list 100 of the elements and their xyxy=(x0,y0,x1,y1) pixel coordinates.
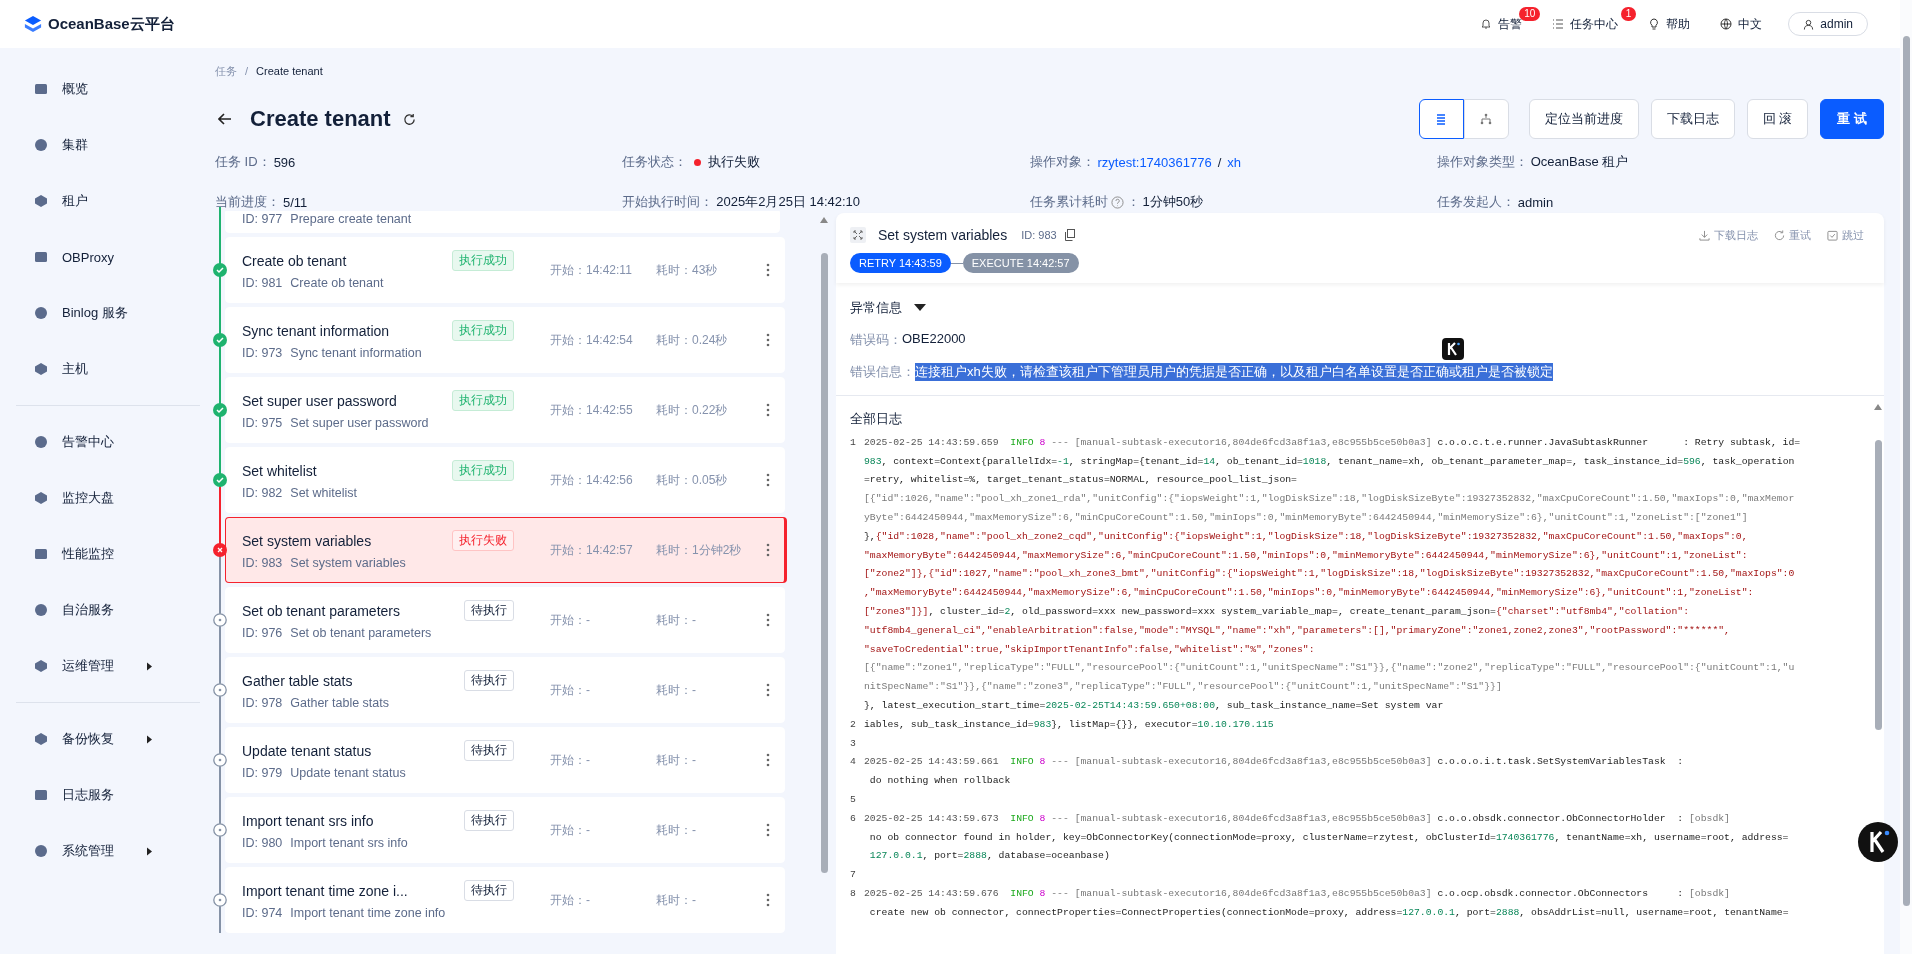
task-title: Create ob tenant xyxy=(242,252,347,269)
menu-icon xyxy=(34,362,48,376)
sidebar-item[interactable]: 概览 xyxy=(0,61,200,117)
status-tag: 执行失败 xyxy=(452,530,514,551)
task-title: Set system variables xyxy=(242,532,372,549)
sidebar-label: 性能监控 xyxy=(62,545,114,563)
task-card[interactable]: Create ob tenant 执行成功 ID: 981 Create ob tenant 开始：14:42:11 耗时：43秒 xyxy=(225,237,785,303)
more-icon[interactable] xyxy=(766,613,770,627)
sidebar-item[interactable]: 日志服务 xyxy=(0,767,200,823)
more-icon[interactable] xyxy=(766,543,770,557)
duration: 耗时：43秒 xyxy=(656,261,719,279)
sidebar-item[interactable]: 租户 xyxy=(0,173,200,229)
sidebar-item[interactable]: 监控大盘 xyxy=(0,470,200,526)
field-label: 任务发起人： xyxy=(1436,193,1515,211)
action-button[interactable]: 回 滚 xyxy=(1746,99,1809,139)
topbar-menu-item[interactable]: 任务中心 xyxy=(1548,15,1623,33)
globe-icon xyxy=(1720,18,1733,30)
field-label: 任务 ID： xyxy=(215,153,271,171)
more-icon[interactable] xyxy=(766,333,770,347)
start-time: 开始：- xyxy=(550,681,591,699)
log-line: 983, context=Context{parallelIdx=-1, stringMap={tenant_id=14, ob_tenant_id=1018, tenant_name=xh, ob_tenant_parameter_map=, task_instance_id=596, task_operation xyxy=(864,455,1795,467)
attempt-tag[interactable]: RETRY 14:43:59 xyxy=(850,253,951,273)
user-menu-button[interactable]: admin xyxy=(1788,12,1868,36)
object-link[interactable]: xh xyxy=(1227,154,1242,170)
task-id: ID: 977 xyxy=(242,212,283,226)
sidebar-label: 概览 xyxy=(62,80,88,98)
view-toggle-button[interactable] xyxy=(1418,99,1464,139)
sidebar-item[interactable]: 告警中心 xyxy=(0,414,200,470)
task-card[interactable]: Set super user password 执行成功 ID: 975 Set super user password 开始：14:42:55 耗时：0.22秒 xyxy=(225,377,785,443)
more-icon[interactable] xyxy=(766,753,770,767)
refresh-icon[interactable] xyxy=(402,112,416,126)
sidebar-label: 系统管理 xyxy=(62,842,114,860)
task-card[interactable]: Set whitelist 执行成功 ID: 982 Set whitelist 开始：14:42:56 耗时：0.05秒 xyxy=(225,447,785,513)
duration: 耗时：- xyxy=(656,751,697,769)
log-line: },{"id":1028,"name":"pool_xh_zone2_cqd","unitConfig":{"iopsWeight":1,"logDiskSize":18,"logDiskSizeByte":19327352832,"maxCpuCoreCount":1.50,"maxIops":0, xyxy=(864,530,1748,542)
sidebar-item[interactable]: 主机 xyxy=(0,341,200,397)
field-value: 596 xyxy=(273,154,296,170)
menu-icon xyxy=(34,603,48,617)
line-number: 7 xyxy=(850,869,857,881)
sidebar-item[interactable]: 备份恢复 xyxy=(0,711,200,767)
more-icon[interactable] xyxy=(766,893,770,907)
task-description: Prepare create tenant xyxy=(290,212,412,226)
more-icon[interactable] xyxy=(766,403,770,417)
task-description: Sync tenant information xyxy=(290,346,422,360)
object-link[interactable]: rzytest:1740361776 xyxy=(1097,154,1212,170)
refresh-icon xyxy=(1774,229,1785,241)
task-card[interactable]: ID: 977 Prepare create tenant xyxy=(225,211,780,233)
task-card[interactable]: Gather table stats 待执行 ID: 978 Gather table stats 开始：- 耗时：- xyxy=(225,657,785,723)
scrollbar-thumb[interactable] xyxy=(1902,36,1910,906)
sidebar-label: 监控大盘 xyxy=(62,489,114,507)
more-icon[interactable] xyxy=(766,683,770,697)
sidebar-item[interactable]: OBProxy xyxy=(0,229,200,285)
task-title: Import tenant time zone i... xyxy=(242,882,408,899)
download-icon xyxy=(1699,229,1710,241)
separator: / xyxy=(1217,154,1222,170)
sidebar-item[interactable]: 集群 xyxy=(0,117,200,173)
task-card[interactable]: Sync tenant information 执行成功 ID: 973 Sync tenant information 开始：14:42:54 耗时：0.24秒 xyxy=(225,307,785,373)
log-line: 2025-02-25 14:43:59.673 INFO 8 --- [manual-subtask-executor16,804de6fcd3a8f1a3,e8c955b5ce50b0a3] c.o.o.obsdk.connector.ObConnectorHolder : [obsdk] xyxy=(864,812,1730,824)
k-logo-icon[interactable] xyxy=(1442,338,1464,360)
task-id: ID: 980 xyxy=(242,836,283,850)
task-card[interactable]: Set ob tenant parameters 待执行 ID: 976 Set ob tenant parameters 开始：- 耗时：- xyxy=(225,587,785,653)
log-line: 2025-02-25 14:43:59.661 INFO 8 --- [manual-subtask-executor16,804de6fcd3a8f1a3,e8c955b5ce50b0a3] c.o.o.o.i.t.task.SetSystemVariablesTask : xyxy=(864,756,1684,768)
sidebar-item[interactable]: Binlog 服务 xyxy=(0,285,200,341)
field-label: 任务状态： xyxy=(622,153,688,171)
copy-icon[interactable] xyxy=(1064,229,1075,241)
action-button[interactable]: 下载日志 xyxy=(1650,99,1735,139)
sidebar-item[interactable]: 性能监控 xyxy=(0,526,200,582)
menu-icon xyxy=(34,250,48,264)
expand-icon[interactable] xyxy=(850,227,866,243)
log-line: [{"id":1026,"name":"pool_xh_zone1_rda","unitConfig":{"iopsWeight":1,"logDiskSize":18,"logDiskSizeByte":19327352832,"maxCpuCoreCount":1.50,"maxIops":0,"maxMemor xyxy=(864,493,1795,505)
task-card[interactable]: Update tenant status 待执行 ID: 979 Update tenant status 开始：- 耗时：- xyxy=(225,727,785,793)
logo-icon xyxy=(24,15,42,33)
breadcrumb-separator: / xyxy=(245,65,249,77)
action-button[interactable]: 重 试 xyxy=(1820,99,1884,139)
error-message: 连接租户xh失败，请检查该租户下管理员用户的凭据是否正确，以及租户白名单设置是否正确或租户是否被锁定 xyxy=(915,363,1553,381)
topbar-menu-item[interactable]: 帮助 xyxy=(1644,15,1695,33)
sidebar-item[interactable]: 系统管理 xyxy=(0,823,200,879)
line-number: 5 xyxy=(850,794,857,806)
caret-icon[interactable] xyxy=(914,304,926,312)
task-card[interactable]: Import tenant time zone i... 待执行 ID: 974 Import tenant time zone info 开始：- 耗时：- xyxy=(225,867,785,933)
task-id: ID: 974 xyxy=(242,906,283,920)
more-icon[interactable] xyxy=(766,823,770,837)
more-icon[interactable] xyxy=(766,473,770,487)
more-icon[interactable] xyxy=(766,263,770,277)
action-button[interactable]: 定位当前进度 xyxy=(1528,99,1639,139)
start-time: 开始：14:42:57 xyxy=(550,541,634,559)
task-id: ID: 976 xyxy=(242,626,283,640)
back-arrow-icon[interactable] xyxy=(218,113,232,125)
log-line: "saveToCredential":true,"skipImportTenantInfo":false,"whitelist":"%","zones": xyxy=(864,643,1315,655)
field-label: 操作对象： xyxy=(1029,153,1095,171)
task-card[interactable]: Set system variables 执行失败 ID: 983 Set system variables 开始：14:42:57 耗时：1分钟2秒 xyxy=(225,517,787,583)
notification-count: 1 xyxy=(1620,6,1637,21)
log-line: 127.0.0.1, port=2888, database=oceanbase) xyxy=(868,850,1110,862)
sidebar-item[interactable]: 运维管理 xyxy=(0,638,200,694)
log-line: "maxMemoryByte":6442450944,"maxMemorySize":6,"minCpuCoreCount":1.50,"minIops":0,"minMemoryByte":6442450944,"minMemorySize":6},"unitCount":1,"zoneList": xyxy=(864,549,1748,561)
topbar-menu-item[interactable]: 中文 xyxy=(1716,15,1767,33)
sidebar-item[interactable]: 自治服务 xyxy=(0,582,200,638)
task-card[interactable]: Import tenant srs info 待执行 ID: 980 Import tenant srs info 开始：- 耗时：- xyxy=(225,797,785,863)
k-logo-icon[interactable] xyxy=(1858,822,1898,862)
sidebar-label: OBProxy xyxy=(62,249,114,265)
